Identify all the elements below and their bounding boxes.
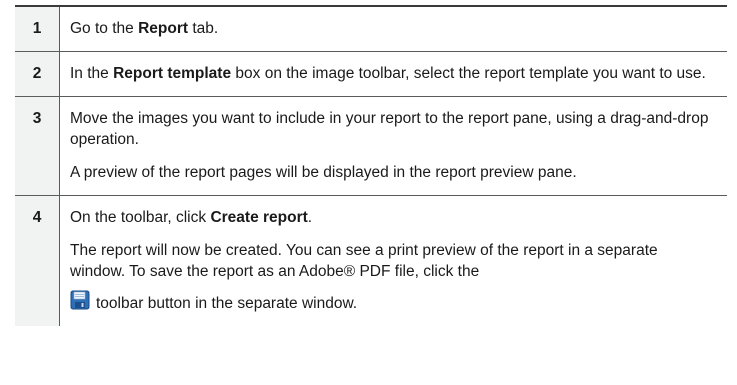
step-text: In the Report template box on the image … [59, 51, 727, 97]
step-text-part: Go to the [70, 20, 139, 37]
step-last-line: toolbar button in the separate window. [70, 290, 717, 314]
step-text: On the toolbar, click Create report. The… [59, 195, 727, 326]
step-row: 2 In the Report template box on the imag… [15, 51, 727, 97]
step-number: 2 [15, 51, 60, 97]
step-text-part: tab. [188, 20, 219, 37]
ui-term-create-report: Create report [210, 209, 308, 226]
ui-term-report-tab: Report [138, 20, 189, 37]
step-text-part: The report will now be created. You can … [70, 242, 658, 280]
step-number: 3 [15, 96, 60, 196]
step-text-part: toolbar button in the separate window. [96, 295, 358, 312]
step-row: 4 On the toolbar, click Create report. T… [15, 195, 727, 326]
step-text: Move the images you want to include in y… [59, 96, 727, 196]
step-paragraph: A preview of the report pages will be di… [70, 164, 577, 181]
step-paragraph: The report will now be created. You can … [70, 240, 717, 314]
save-floppy-icon [70, 290, 90, 310]
step-number: 1 [15, 5, 60, 52]
step-row: 1 Go to the Report tab. [15, 5, 727, 52]
step-text: Go to the Report tab. [59, 5, 727, 52]
step-text-part: box on the image toolbar, select the rep… [231, 65, 706, 82]
step-text-part: . [307, 209, 313, 226]
step-text-part: In the [70, 65, 114, 82]
step-row: 3 Move the images you want to include in… [15, 96, 727, 196]
ui-term-report-template: Report template [113, 65, 232, 82]
steps-table: 1 Go to the Report tab. 2 In the Report … [15, 5, 727, 326]
step-number: 4 [15, 195, 60, 326]
step-paragraph: Move the images you want to include in y… [70, 110, 709, 148]
step-text-part: On the toolbar, click [70, 209, 211, 226]
